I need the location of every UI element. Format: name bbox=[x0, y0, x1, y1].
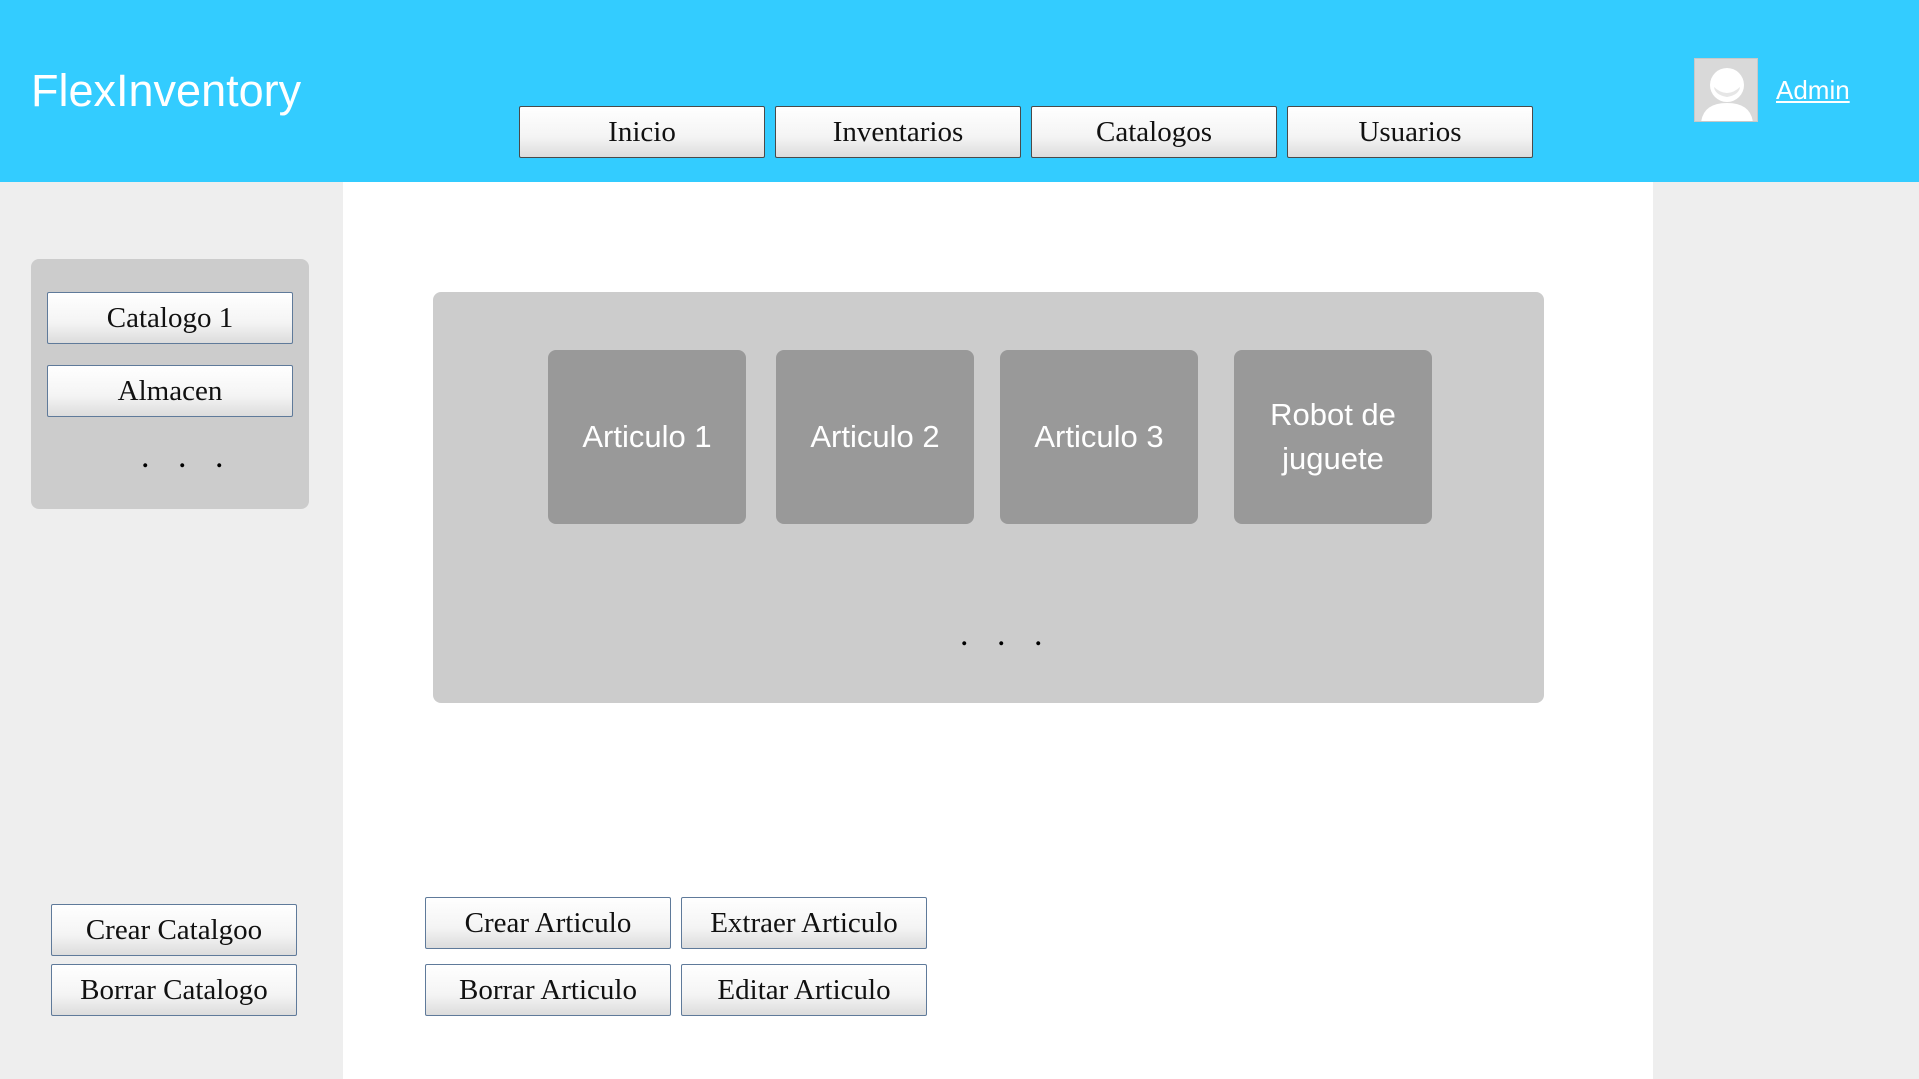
article-card[interactable]: Articulo 1 bbox=[548, 350, 746, 524]
delete-catalog-button[interactable]: Borrar Catalogo bbox=[51, 964, 297, 1016]
admin-user-link[interactable]: Admin bbox=[1776, 74, 1850, 106]
nav-item-catalogos[interactable]: Catalogos bbox=[1031, 106, 1277, 158]
article-card[interactable]: Articulo 3 bbox=[1000, 350, 1198, 524]
edit-article-button[interactable]: Editar Articulo bbox=[681, 964, 927, 1016]
catalog-item-almacen[interactable]: Almacen bbox=[47, 365, 293, 417]
articles-more-indicator: . . . bbox=[960, 616, 1053, 653]
article-card-label: Robot de juguete bbox=[1270, 397, 1396, 476]
article-card[interactable]: Robot de juguete bbox=[1234, 350, 1432, 524]
catalog-more-indicator: . . . bbox=[141, 438, 234, 475]
catalog-item-catalogo-1[interactable]: Catalogo 1 bbox=[47, 292, 293, 344]
delete-article-button[interactable]: Borrar Articulo bbox=[425, 964, 671, 1016]
nav-item-inicio[interactable]: Inicio bbox=[519, 106, 765, 158]
nav-item-usuarios[interactable]: Usuarios bbox=[1287, 106, 1533, 158]
article-card[interactable]: Articulo 2 bbox=[776, 350, 974, 524]
user-avatar-icon[interactable] bbox=[1694, 58, 1758, 122]
create-catalog-button[interactable]: Crear Catalgoo bbox=[51, 904, 297, 956]
article-card-label: Articulo 2 bbox=[810, 419, 940, 454]
app-title: FlexInventory bbox=[31, 65, 302, 116]
article-card-label: Articulo 1 bbox=[582, 419, 712, 454]
top-header: FlexInventory Inicio Inventarios Catalog… bbox=[0, 0, 1919, 182]
article-card-label: Articulo 3 bbox=[1034, 419, 1164, 454]
extract-article-button[interactable]: Extraer Articulo bbox=[681, 897, 927, 949]
right-panel bbox=[1653, 182, 1919, 1079]
nav-item-inventarios[interactable]: Inventarios bbox=[775, 106, 1021, 158]
create-article-button[interactable]: Crear Articulo bbox=[425, 897, 671, 949]
